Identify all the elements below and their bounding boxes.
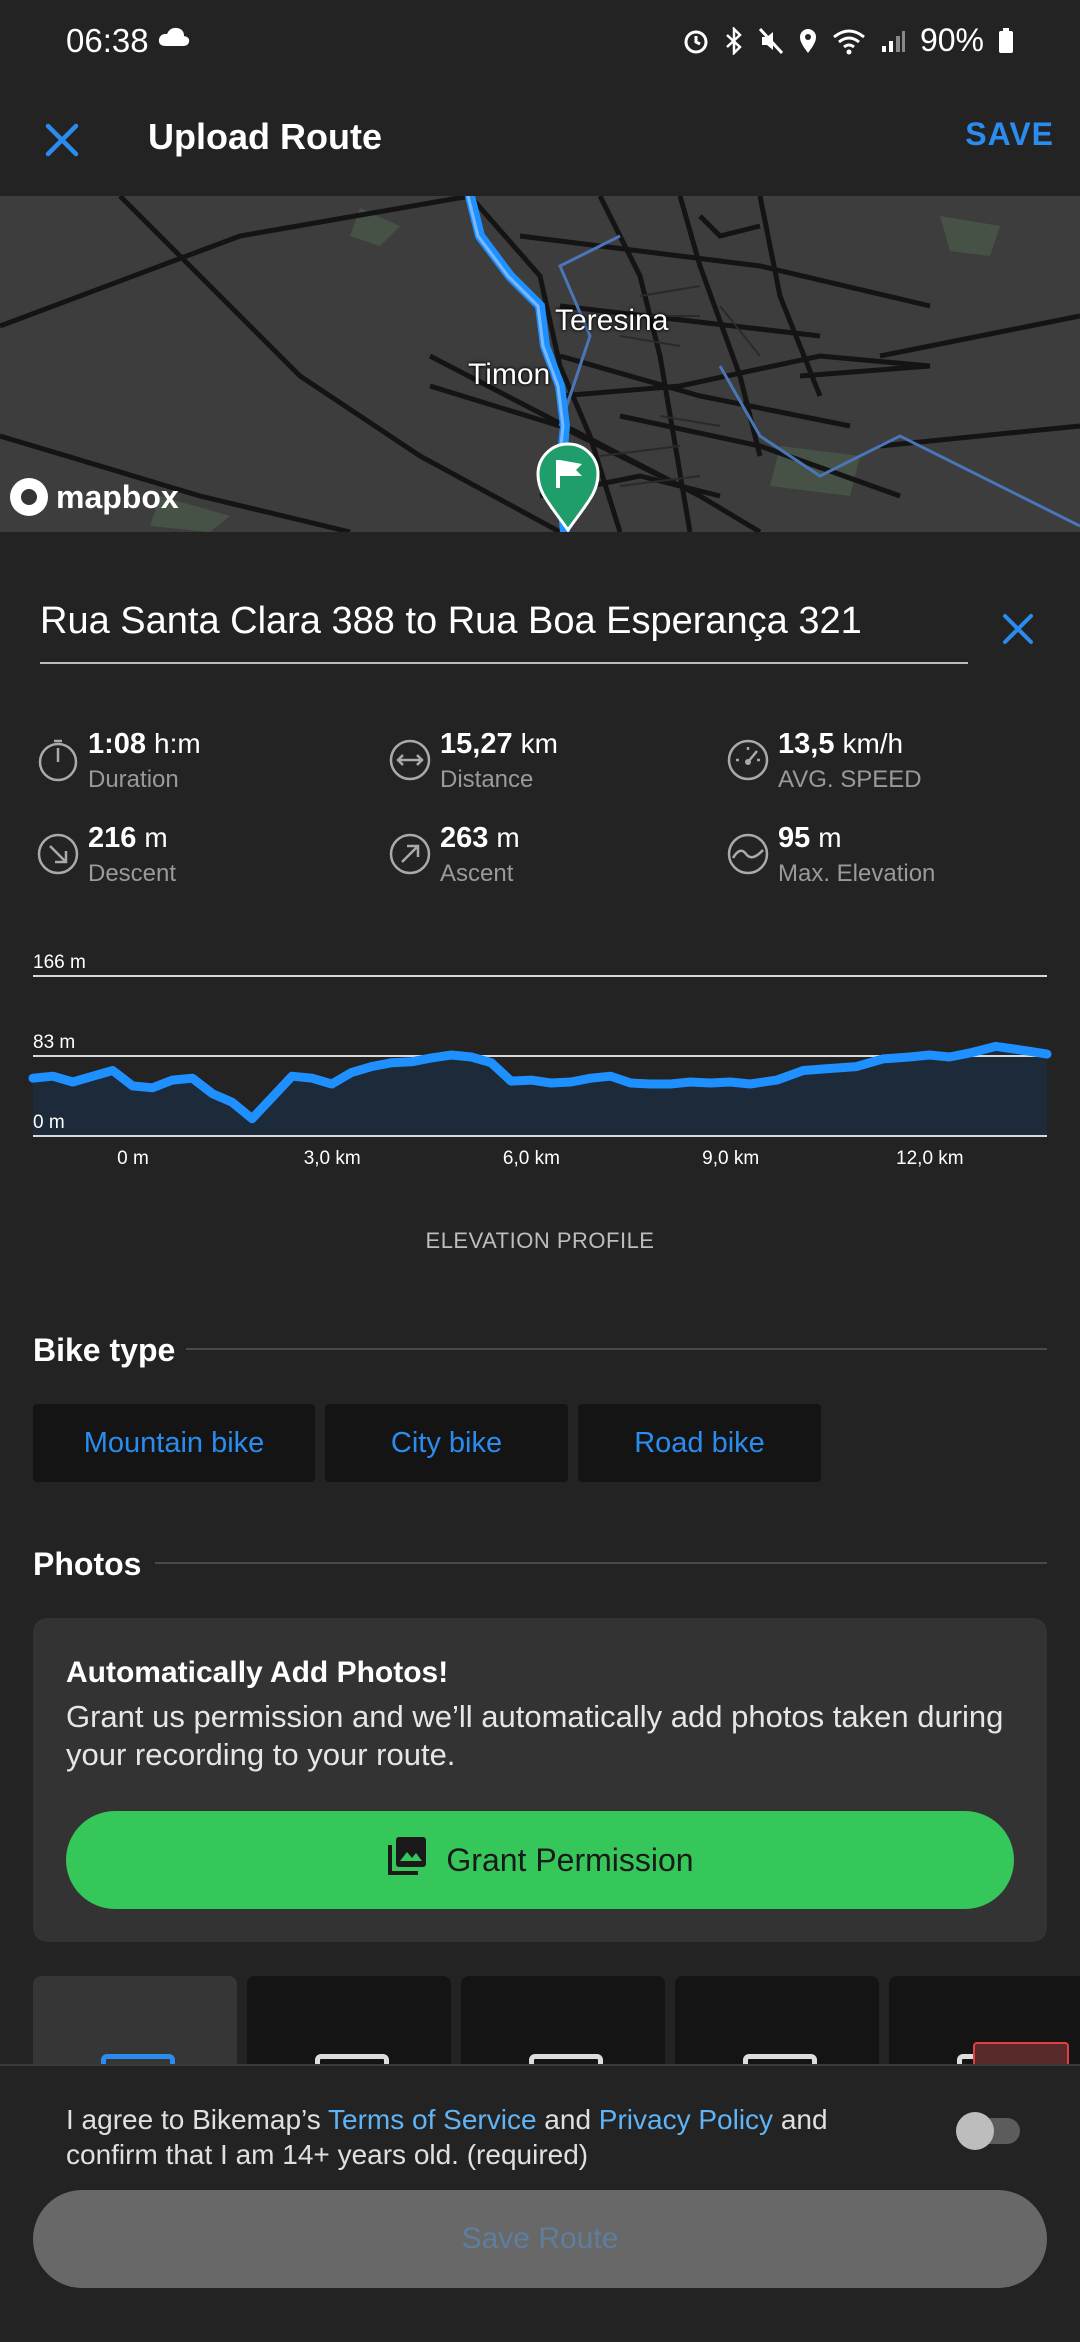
descent-unit: m (144, 822, 168, 853)
photo-permission-card: Automatically Add Photos! Grant us permi… (33, 1618, 1047, 1942)
duration-unit: h:m (154, 728, 201, 759)
photo-library-icon (386, 1835, 428, 1885)
elevation-wave-icon (726, 832, 770, 876)
bike-option-city[interactable]: City bike (325, 1404, 568, 1482)
photo-card-text: Grant us permission and we’ll automatica… (66, 1699, 1004, 1772)
distance-icon (388, 738, 432, 782)
route-map[interactable]: Teresina Timon mapbox (0, 196, 1080, 532)
avg-speed-label: AVG. SPEED (778, 766, 922, 793)
map-label-timon: Timon (468, 358, 551, 391)
bluetooth-icon (724, 26, 744, 55)
wifi-icon (832, 27, 866, 55)
consent-and: and (536, 2104, 599, 2135)
mute-icon (758, 27, 784, 55)
x-tick-label: 9,0 km (702, 1148, 759, 1169)
save-button[interactable]: SAVE (965, 116, 1054, 153)
y-tick-label: 83 m (33, 1032, 75, 1053)
mapbox-icon (10, 478, 48, 516)
speedometer-icon (726, 738, 770, 782)
ascent-value: 263 (440, 822, 489, 854)
grant-permission-button[interactable]: Grant Permission (66, 1811, 1014, 1909)
elevation-chart: 166 m 83 m 0 m 0 m 3,0 km 6,0 km 9,0 km 12,0 km (28, 952, 1052, 1169)
status-icons: 90% (682, 22, 1014, 59)
terms-link[interactable]: Terms of Service (328, 2104, 537, 2135)
photo-thumb-add[interactable] (33, 1976, 237, 2066)
mapbox-logo: mapbox (10, 478, 179, 516)
stopwatch-icon (36, 738, 80, 782)
ascent-unit: m (496, 822, 520, 853)
privacy-link[interactable]: Privacy Policy (599, 2104, 773, 2135)
status-time: 06:38 (66, 22, 149, 59)
duration-value: 1:08 (88, 728, 147, 760)
bike-type-divider (186, 1348, 1047, 1350)
map-label-teresina: Teresina (555, 304, 669, 337)
save-route-button[interactable]: Save Route (33, 2190, 1047, 2288)
bike-type-title: Bike type (33, 1332, 176, 1368)
app-bar: Upload Route SAVE (0, 84, 1080, 196)
x-tick-label: 6,0 km (503, 1148, 560, 1169)
signal-icon (880, 28, 906, 54)
x-tick-label: 12,0 km (896, 1148, 964, 1169)
x-tick-label: 3,0 km (304, 1148, 361, 1169)
photo-thumb[interactable] (247, 1976, 451, 2066)
descent-value: 216 (88, 822, 137, 854)
route-name-value: Rua Santa Clara 388 to Rua Boa Esperança… (40, 600, 862, 642)
status-bar: 06:38 90% (0, 0, 1080, 84)
max-elevation-unit: m (818, 822, 842, 853)
photos-title: Photos (33, 1546, 142, 1582)
battery-level: 90% (919, 22, 984, 58)
photos-divider (155, 1562, 1047, 1564)
close-icon[interactable] (36, 114, 88, 166)
distance-label: Distance (440, 766, 534, 793)
photo-thumb[interactable] (889, 1976, 1080, 2066)
cloud-icon (158, 26, 190, 53)
avg-speed-unit: km/h (842, 728, 904, 759)
ascent-arrow-icon (388, 832, 432, 876)
alarm-icon (682, 27, 710, 55)
consent-prefix: I agree to Bikemap’s (66, 2104, 329, 2135)
consent-text: I agree to Bikemap’s Terms of Service an… (66, 2102, 866, 2172)
bike-option-mountain[interactable]: Mountain bike (33, 1404, 315, 1482)
photo-thumb[interactable] (461, 1976, 665, 2066)
distance-value: 15,27 (440, 728, 513, 760)
toggle-knob (956, 2112, 994, 2150)
distance-unit: km (520, 728, 558, 759)
page-title: Upload Route (148, 116, 382, 157)
photo-card-title: Automatically Add Photos! (66, 1656, 449, 1689)
y-tick-label: 0 m (33, 1112, 65, 1133)
duration-label: Duration (88, 766, 179, 793)
y-tick-label: 166 m (33, 952, 86, 973)
max-elevation-label: Max. Elevation (778, 860, 936, 887)
bike-option-road[interactable]: Road bike (578, 1404, 821, 1482)
descent-arrow-icon (36, 832, 80, 876)
grant-permission-label: Grant Permission (446, 1841, 694, 1878)
route-name-field[interactable]: Rua Santa Clara 388 to Rua Boa Esperança… (40, 600, 968, 664)
battery-icon (998, 27, 1014, 54)
consent-toggle[interactable] (956, 2112, 1020, 2150)
location-icon (798, 27, 818, 55)
max-elevation-value: 95 (778, 822, 811, 854)
mapbox-attribution: mapbox (56, 478, 179, 515)
ascent-label: Ascent (440, 860, 514, 887)
x-tick-label: 0 m (117, 1148, 149, 1169)
thumb-highlight (973, 2042, 1069, 2066)
consent-panel: I agree to Bikemap’s Terms of Service an… (0, 2064, 1080, 2342)
photo-thumb[interactable] (675, 1976, 879, 2066)
descent-label: Descent (88, 860, 177, 887)
clear-icon[interactable] (997, 608, 1039, 650)
avg-speed-value: 13,5 (778, 728, 835, 760)
elevation-caption: ELEVATION PROFILE (425, 1228, 655, 1253)
